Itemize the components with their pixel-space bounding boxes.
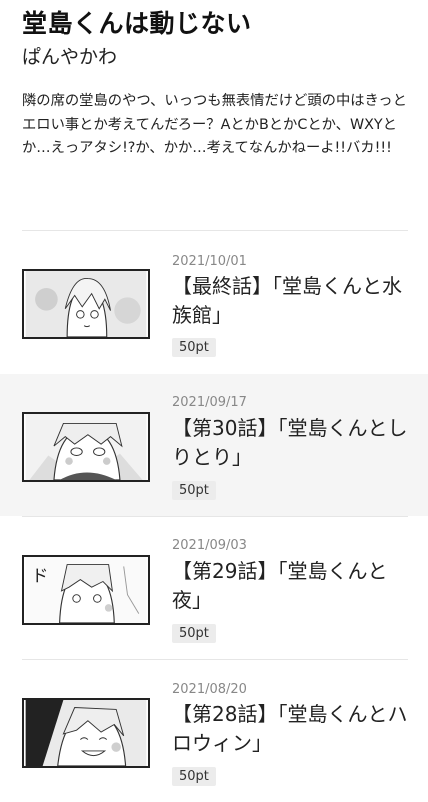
svg-text:ド: ド — [31, 567, 48, 587]
episode-date: 2021/08/20 — [172, 682, 247, 697]
price-badge: 50pt — [172, 767, 216, 786]
episode-date: 2021/09/17 — [172, 395, 247, 410]
episode-date: 2021/09/03 — [172, 538, 247, 553]
episode-item[interactable]: 2021/10/01 【最終話】「堂島くんと水族館」 50pt — [0, 231, 428, 373]
episode-item[interactable]: 2021/08/20 【第28話】「堂島くんとハロウィン」 50pt — [0, 660, 428, 802]
episode-item[interactable]: 2021/09/17 【第30話】「堂島くんとしりとり」 50pt — [0, 374, 428, 516]
episode-title[interactable]: 【第28話】「堂島くんとハロウィン」 — [172, 700, 412, 758]
price-badge: 50pt — [172, 624, 216, 643]
price-badge: 50pt — [172, 481, 216, 500]
manga-thumbnail-icon — [22, 698, 150, 768]
manga-thumbnail-icon: ド — [22, 555, 150, 625]
episode-date: 2021/10/01 — [172, 254, 247, 269]
episode-title[interactable]: 【第29話】「堂島くんと夜」 — [172, 557, 412, 615]
manga-thumbnail-icon — [22, 412, 150, 482]
episode-item[interactable]: ド 2021/09/03 【第29話】「堂島くんと夜」 50pt — [0, 517, 428, 659]
series-description: 隣の席の堂島のやつ、いっつも無表情だけど頭の中はきっとエロい事とか考えてんだろー… — [22, 93, 407, 156]
price-badge: 50pt — [172, 338, 216, 357]
author-name[interactable]: ぱんやかわ — [22, 42, 117, 69]
series-title: 堂島くんは動じない — [22, 9, 252, 38]
episode-title[interactable]: 【第30話】「堂島くんとしりとり」 — [172, 414, 412, 472]
episode-title[interactable]: 【最終話】「堂島くんと水族館」 — [172, 272, 412, 330]
manga-thumbnail-icon — [22, 269, 150, 339]
